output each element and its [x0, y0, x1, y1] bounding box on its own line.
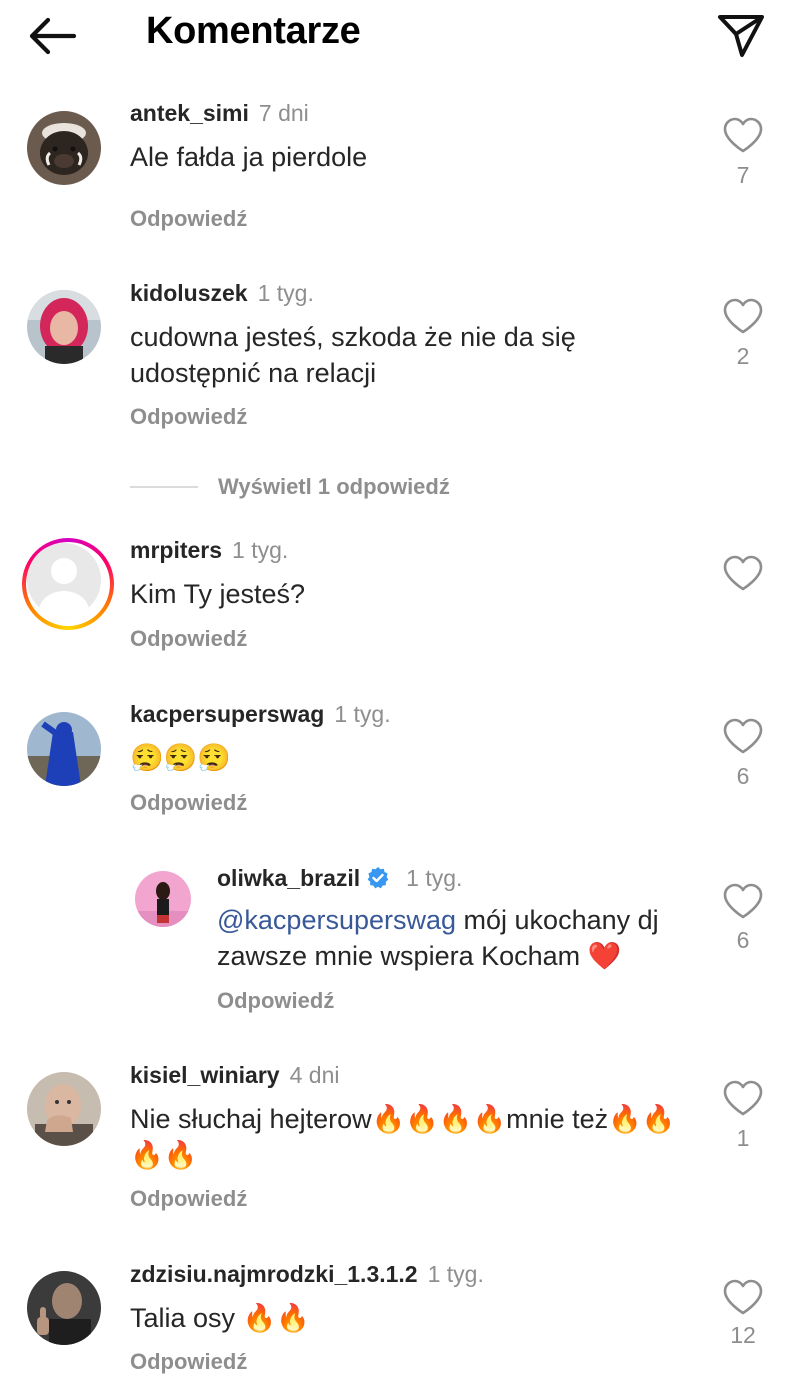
like-count: 7 — [736, 162, 750, 188]
paper-plane-icon — [718, 15, 764, 57]
heart-icon — [723, 883, 763, 919]
like-count: 12 — [730, 1322, 756, 1348]
comment-text: Nie słuchaj hejterow🔥🔥🔥🔥mnie też🔥🔥🔥🔥 — [130, 1104, 676, 1170]
man-avatar-image — [27, 1072, 101, 1146]
share-button[interactable] — [716, 10, 766, 60]
like-count: 6 — [736, 927, 750, 953]
heart-icon — [723, 1080, 763, 1116]
comment-time: 1 tyg. — [406, 865, 463, 891]
comment-text: Kim Ty jesteś? — [130, 579, 306, 609]
comment-meta: mrpiters 1 tyg. — [130, 537, 288, 564]
blue-hoodie-avatar-image — [27, 712, 101, 786]
like-button[interactable] — [722, 882, 764, 920]
comment-text: @kacpersuperswag mój ukochany dj zawsze … — [217, 902, 707, 974]
heart-icon — [723, 718, 763, 754]
avatar[interactable] — [27, 712, 101, 786]
reply-button[interactable]: Odpowiedź — [130, 626, 247, 652]
heart-icon — [723, 555, 763, 591]
heart-icon — [723, 298, 763, 334]
comment-time: 1 tyg. — [257, 280, 314, 306]
comment-text: cudowna jesteś, szkoda że nie da się udo… — [130, 322, 576, 388]
heart-icon — [723, 1279, 763, 1315]
avatar[interactable] — [27, 111, 101, 185]
verified-badge-icon — [367, 867, 389, 889]
boar-avatar-image — [27, 111, 101, 185]
reply-button[interactable]: Odpowiedź — [217, 988, 334, 1014]
like-button[interactable] — [722, 297, 764, 335]
comment-meta: antek_simi 7 dni — [130, 100, 309, 127]
comment-meta: kidoluszek 1 tyg. — [130, 280, 314, 307]
comment-time: 4 dni — [289, 1062, 340, 1088]
pink-hair-avatar-image — [27, 290, 101, 364]
comment-meta: oliwka_brazil 1 tyg. — [217, 865, 462, 892]
back-button[interactable] — [26, 12, 82, 60]
like-button[interactable] — [722, 116, 764, 154]
like-button[interactable] — [722, 1079, 764, 1117]
comment-text: 😮‍💨😮‍💨😮‍💨 — [130, 743, 231, 773]
default-avatar-image — [27, 543, 101, 617]
avatar[interactable] — [27, 290, 101, 364]
like-count: 2 — [736, 343, 750, 369]
view-replies-label: Wyświetl 1 odpowiedź — [218, 474, 450, 499]
username[interactable]: kidoluszek — [130, 280, 248, 306]
like-count: 6 — [736, 763, 750, 789]
comment-meta: kisiel_winiary 4 dni — [130, 1062, 339, 1089]
pink-wall-avatar-image — [135, 871, 191, 927]
heart-icon — [723, 117, 763, 153]
username[interactable]: oliwka_brazil — [217, 865, 360, 891]
comment-text: Ale fałda ja pierdole — [130, 142, 368, 172]
reply-button[interactable]: Odpowiedź — [130, 1349, 247, 1375]
comment-time: 7 dni — [258, 100, 309, 126]
avatar[interactable] — [135, 871, 191, 927]
comment-time: 1 tyg. — [232, 537, 289, 563]
divider — [130, 486, 198, 488]
arrow-left-icon — [29, 17, 77, 55]
username[interactable]: mrpiters — [130, 537, 222, 563]
avatar[interactable] — [27, 1271, 101, 1345]
comment-time: 1 tyg. — [334, 701, 391, 727]
reply-button[interactable]: Odpowiedź — [130, 790, 247, 816]
page-title: Komentarze — [146, 10, 361, 52]
reply-button[interactable]: Odpowiedź — [130, 206, 247, 232]
username[interactable]: kacpersuperswag — [130, 701, 324, 727]
comment-time: 1 tyg. — [427, 1261, 484, 1287]
username[interactable]: zdzisiu.najmrodzki_1.3.1.2 — [130, 1261, 418, 1287]
avatar[interactable] — [27, 1072, 101, 1146]
comment-meta: zdzisiu.najmrodzki_1.3.1.2 1 tyg. — [130, 1261, 484, 1288]
comment-meta: kacpersuperswag 1 tyg. — [130, 701, 391, 728]
like-button[interactable] — [722, 717, 764, 755]
like-button[interactable] — [722, 1278, 764, 1316]
mention-link[interactable]: @kacpersuperswag — [217, 905, 456, 935]
reply-button[interactable]: Odpowiedź — [130, 404, 247, 430]
story-ring[interactable] — [22, 538, 114, 630]
reply-button[interactable]: Odpowiedź — [130, 1186, 247, 1212]
comment-text: Talia osy 🔥🔥 — [130, 1303, 310, 1333]
username[interactable]: antek_simi — [130, 100, 249, 126]
thumbs-up-avatar-image — [27, 1271, 101, 1345]
header-bar: Komentarze — [0, 0, 800, 72]
username[interactable]: kisiel_winiary — [130, 1062, 280, 1088]
like-button[interactable] — [722, 554, 764, 592]
like-count: 1 — [736, 1125, 750, 1151]
avatar — [27, 543, 101, 617]
